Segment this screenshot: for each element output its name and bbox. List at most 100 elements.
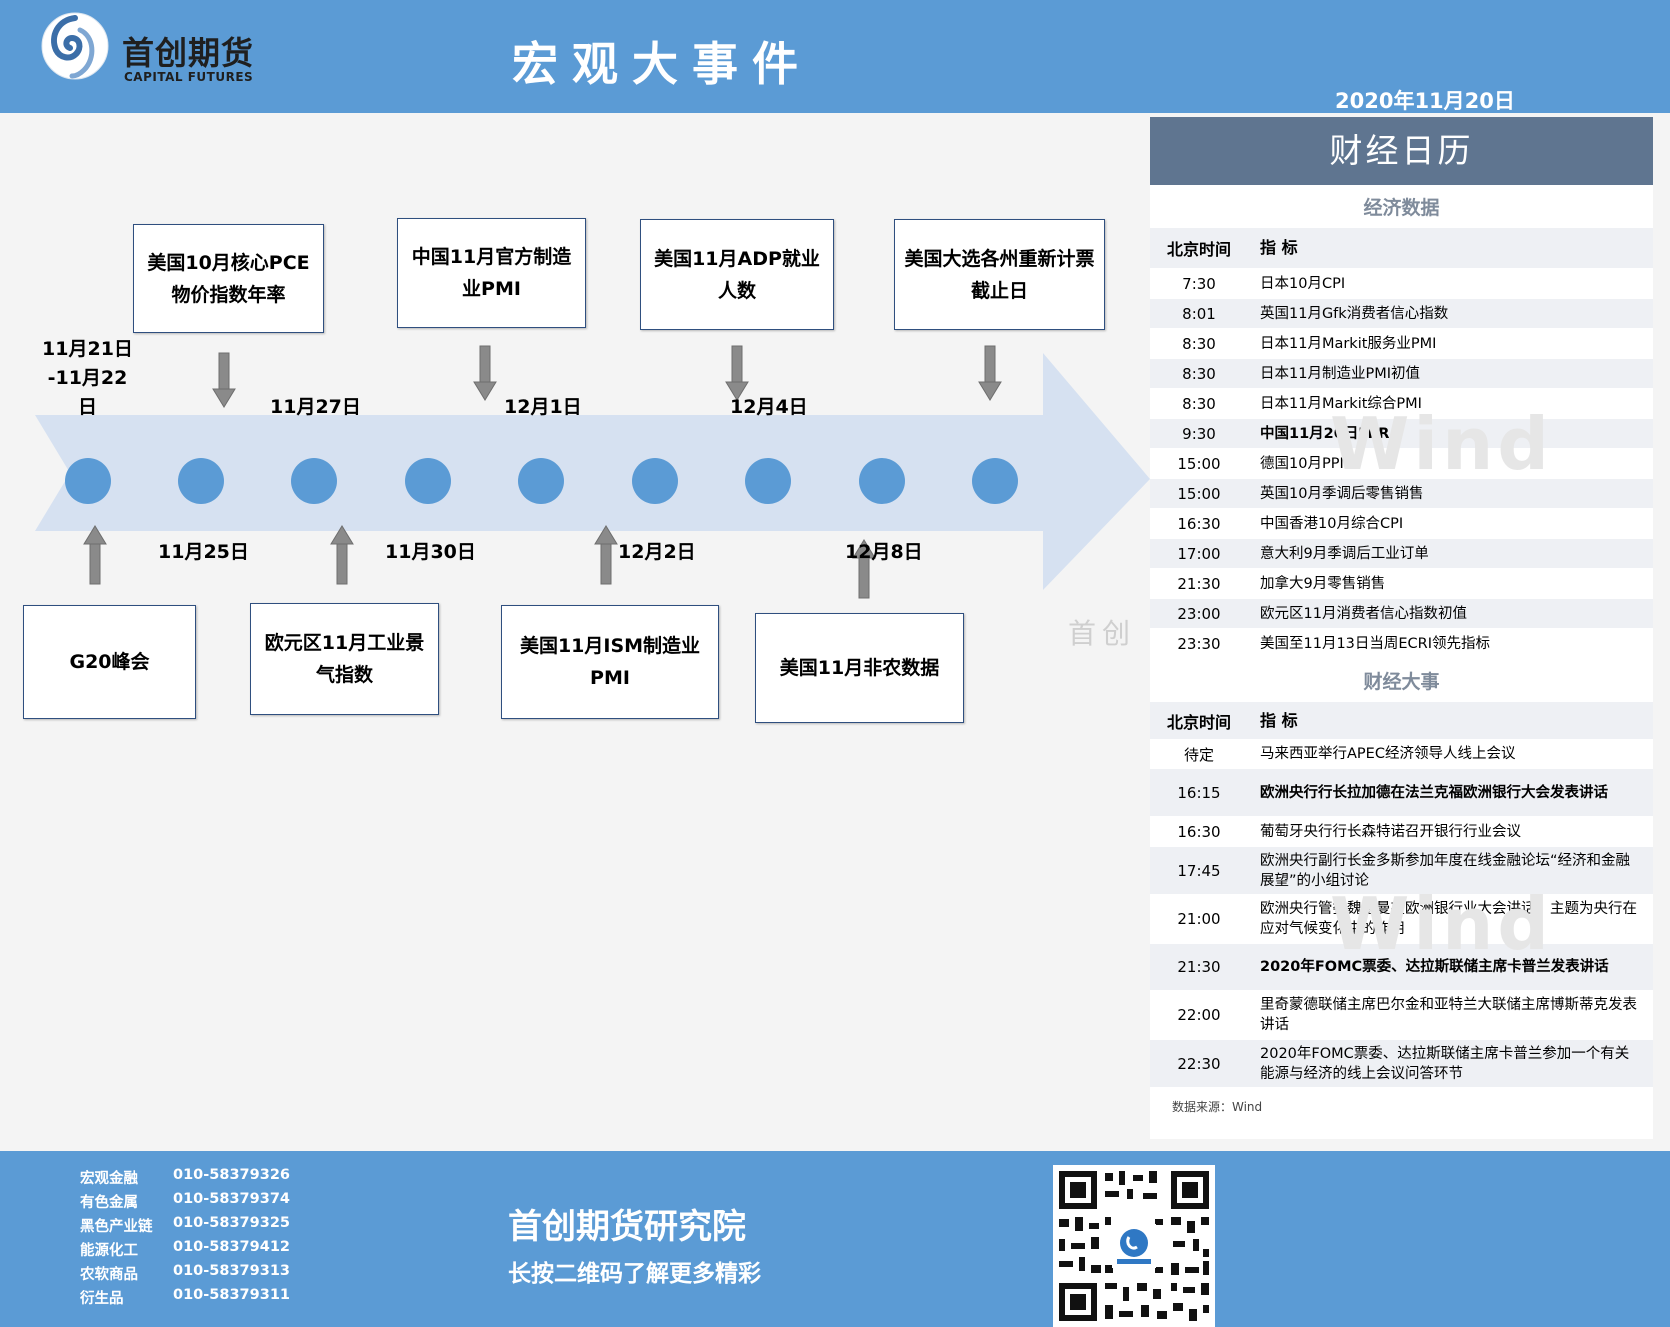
down-arrow-icon [212,352,236,408]
page-header: 首创期货 CAPITAL FUTURES 宏观大事件 2020年11月20日 [0,0,1670,113]
timeline-date: 12月4日 [730,396,808,418]
contact-label: 黑色产业链 [80,1219,153,1235]
timeline-date: 11月30日 [385,541,476,563]
contact-phone[interactable]: 010-58379326 [173,1167,290,1188]
timeline-dot [745,458,791,504]
row-time: 8:30 [1182,334,1216,353]
row-time: 21:00 [1177,910,1221,928]
row-time: 7:30 [1182,274,1216,293]
timeline-dot [65,458,111,504]
table-row: 待定 马来西亚举行APEC经济领导人线上会议 [1150,740,1653,769]
major-events-title: 财经大事 [1363,671,1440,693]
up-arrow-icon [83,525,107,585]
row-time: 17:45 [1177,861,1221,880]
event-box-us-election-recount: 美国大选各州重新计票 截止日 [894,219,1105,330]
timeline-dots [65,458,1018,504]
row-time: 22:00 [1177,1006,1221,1024]
table-row: 8:30 日本11月Markit服务业PMI [1150,329,1653,359]
econ-table-header: 北京时间 指 标 [1150,228,1653,269]
page-title: 宏观大事件 [512,37,812,91]
timeline-dot [178,458,224,504]
table-row: 23:30 美国至11月13日当周ECRI领先指标 [1150,629,1653,659]
row-time: 16:30 [1177,822,1221,841]
contact-item: 宏观金融 010-58379326 [80,1167,290,1188]
footer-title: 首创期货研究院 [508,1207,746,1247]
table-row: 8:01 英国11月Gfk消费者信心指数 [1150,299,1653,329]
timeline-dot [632,458,678,504]
watermark: 首创 [1068,617,1137,650]
up-arrow-icon [594,525,618,585]
row-indicator: 葡萄牙央行行长森特诺召开银行行业会议 [1260,823,1521,840]
timeline-date: 12月2日 [618,541,696,563]
row-indicator: 英国10月季调后零售销售 [1260,485,1424,502]
wind-watermark: Wind [1330,402,1553,486]
qr-code-icon[interactable] [1053,1165,1215,1327]
contact-label: 农软商品 [80,1267,138,1283]
timeline-dot [859,458,905,504]
row-time: 16:30 [1177,514,1221,533]
row-time: 23:00 [1177,604,1221,623]
table-row: 16:30 中国香港10月综合CPI [1150,509,1653,539]
row-indicator: 加拿大9月零售销售 [1260,575,1386,592]
event-timeline: 美国10月核心PCE 物价指数年率 中国11月官方制造 业PMI 美国11月ADP就… [0,113,1150,1148]
contact-phone[interactable]: 010-58379311 [173,1287,290,1308]
event-box-eurozone-sentiment: 欧元区11月工业景 气指数 [250,603,439,715]
row-indicator: 2020年FOMC票委、达拉斯联储主席卡普兰参加一个有关能源与经济的线上会议问答… [1260,1045,1630,1082]
calendar-title: 财经日历 [1150,117,1653,185]
row-indicator: 欧元区11月消费者信心指数初值 [1260,605,1467,622]
event-box-us-ism: 美国11月ISM制造业 PMI [501,605,719,719]
contact-item: 有色金属 010-58379374 [80,1191,290,1212]
contact-label: 能源化工 [80,1243,138,1259]
row-time: 8:30 [1182,394,1216,413]
table-row: 7:30 日本10月CPI [1150,269,1653,299]
table-row: 22:00 里奇蒙德联储主席巴尔金和亚特兰大联储主席博斯蒂克发表讲话 [1150,991,1653,1040]
row-indicator: 马来西亚举行APEC经济领导人线上会议 [1260,746,1516,762]
up-arrow-icon [330,525,354,585]
row-time: 待定 [1183,745,1214,764]
table-row: 23:00 欧元区11月消费者信心指数初值 [1150,599,1653,629]
row-time: 8:01 [1182,304,1216,323]
event-box-china-pmi: 中国11月官方制造 业PMI [397,218,586,328]
row-time: 21:30 [1177,574,1221,593]
row-time: 16:15 [1177,783,1221,802]
finance-calendar: 财经日历 经济数据 北京时间 指 标 7:30 日本10月CPI 8:01 英国11月… [1150,117,1653,1139]
row-indicator: 日本11月制造业PMI初值 [1260,365,1420,382]
row-time: 22:30 [1177,1054,1221,1073]
contact-phone[interactable]: 010-58379325 [173,1215,290,1236]
row-time: 17:00 [1177,544,1221,563]
row-time: 9:30 [1182,424,1216,443]
row-indicator: 日本10月CPI [1260,275,1346,292]
page-footer: 宏观金融 010-58379326 有色金属 010-58379374 黑色产业链 010… [0,1151,1670,1327]
down-arrow-icon [978,345,1002,401]
econ-data-title: 经济数据 [1363,197,1440,219]
capital-futures-logo-icon [41,12,109,80]
down-arrow-icon [725,345,749,401]
timeline-dot [291,458,337,504]
timeline-dot [972,458,1018,504]
logo-chinese-name: 首创期货 [122,34,255,72]
table-row: 16:30 葡萄牙央行行长森特诺召开银行行业会议 [1150,817,1653,847]
wind-watermark: Wind [1330,882,1553,966]
data-source: 数据来源：Wind [1172,1100,1263,1114]
contact-phone[interactable]: 010-58379412 [173,1239,290,1260]
row-indicator: 英国11月Gfk消费者信心指数 [1260,305,1449,322]
row-time: 15:00 [1177,484,1221,503]
table-row: 8:30 日本11月制造业PMI初值 [1150,359,1653,389]
event-box-us-adp: 美国11月ADP就业 人数 [640,219,834,330]
contact-phone[interactable]: 010-58379313 [173,1263,290,1284]
row-indicator: 中国香港10月综合CPI [1260,515,1404,532]
contact-item: 衍生品 010-58379311 [80,1287,290,1308]
contact-label: 有色金属 [80,1195,138,1211]
contact-phone[interactable]: 010-58379374 [173,1191,290,1212]
timeline-date: 12月8日 [845,541,923,563]
event-box-us-nonfarm: 美国11月非农数据 [755,613,964,723]
table-row: 17:00 意大利9月季调后工业订单 [1150,539,1653,569]
row-indicator: 意大利9月季调后工业订单 [1260,545,1429,562]
row-indicator: 美国至11月13日当周ECRI领先指标 [1260,635,1491,652]
timeline-date: 12月1日 [504,396,582,418]
logo-english-name: CAPITAL FUTURES [124,70,254,84]
row-indicator: 欧洲央行行长拉加德在法兰克福欧洲银行大会发表讲话 [1260,784,1608,801]
row-indicator: 里奇蒙德联储主席巴尔金和亚特兰大联储主席博斯蒂克发表讲话 [1260,997,1637,1033]
timeline-date: 11月27日 [270,396,361,418]
contact-item: 黑色产业链 010-58379325 [80,1215,290,1236]
